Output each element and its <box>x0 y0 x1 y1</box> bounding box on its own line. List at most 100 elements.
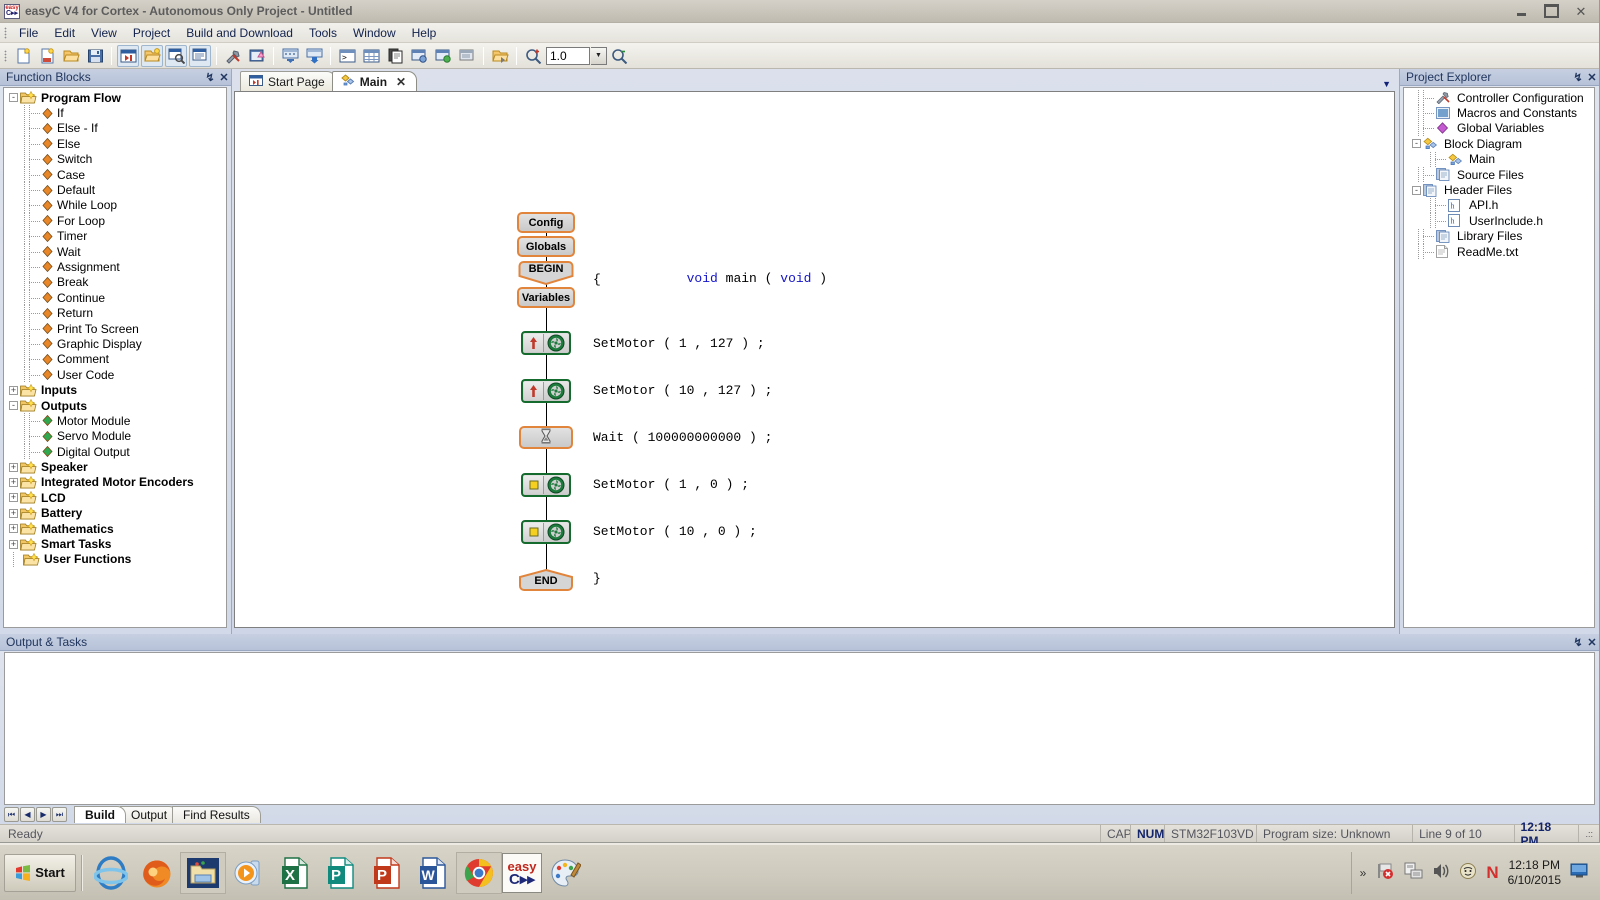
nav-last-button[interactable]: ⏭ <box>52 807 67 822</box>
download-icon[interactable] <box>279 45 301 67</box>
function-block-item-inputs[interactable]: + Inputs <box>4 382 226 397</box>
function-block-item-digital-output[interactable]: Digital Output <box>4 443 226 460</box>
network-error-icon[interactable] <box>1375 862 1395 883</box>
function-block-item-while-loop[interactable]: While Loop <box>4 197 226 214</box>
output-content[interactable] <box>4 652 1595 805</box>
new-project-icon[interactable] <box>36 45 58 67</box>
function-block-item-break[interactable]: Break <box>4 274 226 291</box>
tree-expander[interactable]: - <box>1412 185 1421 195</box>
debug-icon[interactable] <box>432 45 454 67</box>
tab-start-page[interactable]: Start Page <box>240 71 336 91</box>
pin-icon[interactable]: ↯ <box>1571 71 1585 84</box>
open-project-icon[interactable] <box>141 44 163 67</box>
new-file-icon[interactable] <box>12 45 34 67</box>
zoom-out-icon[interactable] <box>608 45 630 67</box>
compile-icon[interactable] <box>246 45 268 67</box>
close-icon[interactable]: ✕ <box>217 71 231 84</box>
online-window-icon[interactable] <box>456 45 478 67</box>
menu-file[interactable]: File <box>11 24 46 42</box>
maximize-button[interactable] <box>1537 2 1565 20</box>
tree-expander[interactable]: - <box>9 401 18 410</box>
menu-view[interactable]: View <box>83 24 125 42</box>
taskbar-internet-explorer[interactable] <box>88 852 134 894</box>
close-icon[interactable]: ✕ <box>1585 636 1599 649</box>
function-block-item-for-loop[interactable]: For Loop <box>4 213 226 229</box>
menu-help[interactable]: Help <box>404 24 445 42</box>
project-item-api-h[interactable]: h API.h <box>1404 197 1594 214</box>
menu-build-and-download[interactable]: Build and Download <box>178 24 301 42</box>
nav-next-button[interactable]: ▶ <box>36 807 51 822</box>
tree-expander[interactable]: + <box>9 462 18 472</box>
tree-expander[interactable]: + <box>9 508 18 518</box>
taskbar-easyc[interactable]: easy C▸▸ <box>502 852 542 893</box>
function-block-item-speaker[interactable]: + Speaker <box>4 459 226 474</box>
print-icon[interactable] <box>189 44 211 67</box>
tree-expander[interactable]: - <box>1412 139 1421 149</box>
function-blocks-tree[interactable]: - Program Flow If Else - If Else Switch Case De… <box>3 87 227 628</box>
volume-icon[interactable] <box>1432 862 1450 883</box>
taskbar-paint[interactable] <box>542 852 588 894</box>
function-block-item-user-code[interactable]: User Code <box>4 367 226 383</box>
chevron-down-icon[interactable]: ▼ <box>591 46 607 65</box>
begin-block[interactable]: BEGIN <box>517 260 575 286</box>
build-tools-icon[interactable] <box>222 45 244 67</box>
function-block-item-user-functions[interactable]: User Functions <box>4 551 226 568</box>
project-item-macros-and-constants[interactable]: Macros and Constants <box>1404 105 1594 122</box>
tray-expand-icon[interactable]: » <box>1360 866 1367 880</box>
zoom-level-input[interactable]: 1.0 <box>546 46 590 65</box>
nav-prev-button[interactable]: ◀ <box>20 807 35 822</box>
function-block-item-servo-module[interactable]: Servo Module <box>4 428 226 445</box>
function-block-item-else-if[interactable]: Else - If <box>4 120 226 137</box>
function-block-item-assignment[interactable]: Assignment <box>4 259 226 276</box>
function-block-item-comment[interactable]: Comment <box>4 351 226 368</box>
function-block-item-integrated-motor-encoders[interactable]: + Integrated Motor Encoders <box>4 475 226 490</box>
menu-edit[interactable]: Edit <box>46 24 83 42</box>
copy-icon[interactable] <box>384 45 406 67</box>
nav-first-button[interactable]: ⏮ <box>4 807 19 822</box>
setmotor-1-127-block[interactable] <box>521 331 571 355</box>
function-block-item-default[interactable]: Default <box>4 182 226 199</box>
function-block-item-outputs[interactable]: - Outputs <box>4 398 226 413</box>
function-block-item-print-to-screen[interactable]: Print To Screen <box>4 320 226 337</box>
function-block-item-switch[interactable]: Switch <box>4 151 226 168</box>
function-block-item-else[interactable]: Else <box>4 136 226 152</box>
variables-block[interactable]: Variables <box>517 287 575 308</box>
tree-expander[interactable]: - <box>9 93 18 103</box>
tab-build[interactable]: Build <box>74 806 126 823</box>
norton-icon[interactable]: N <box>1486 863 1498 883</box>
toolbar-grip[interactable] <box>2 48 9 64</box>
preview-icon[interactable] <box>165 44 187 67</box>
project-item-block-diagram[interactable]: - Block Diagram <box>1404 136 1594 151</box>
close-icon[interactable]: ✕ <box>396 75 406 89</box>
download-program-icon[interactable] <box>303 45 325 67</box>
function-block-item-smart-tasks[interactable]: + Smart Tasks <box>4 536 226 551</box>
tree-expander[interactable]: + <box>9 477 18 487</box>
project-item-library-files[interactable]: Library Files <box>1404 228 1594 245</box>
tree-expander[interactable]: + <box>9 539 18 549</box>
open-folder-icon[interactable] <box>489 45 511 67</box>
save-icon[interactable] <box>84 45 106 67</box>
block-diagram-canvas[interactable]: Config Globals BEGIN Variables END void … <box>234 91 1395 628</box>
tab-find-results[interactable]: Find Results <box>172 806 261 823</box>
zoom-in-icon[interactable] <box>522 45 544 67</box>
options-icon[interactable] <box>408 45 430 67</box>
taskbar-chrome[interactable] <box>456 851 502 894</box>
removable-media-icon[interactable] <box>1404 862 1423 883</box>
tree-expander[interactable]: + <box>9 385 18 395</box>
project-item-userinclude-h[interactable]: h UserInclude.h <box>1404 213 1594 229</box>
taskbar-excel[interactable]: X <box>272 852 318 894</box>
end-block[interactable]: END <box>517 568 575 592</box>
function-block-item-wait[interactable]: Wait <box>4 243 226 260</box>
tree-expander[interactable]: + <box>9 524 18 534</box>
taskbar-firefox[interactable] <box>134 852 180 894</box>
menu-window[interactable]: Window <box>345 24 404 42</box>
taskbar-word[interactable]: W <box>410 852 456 894</box>
minimize-button[interactable] <box>1507 2 1535 20</box>
project-item-main[interactable]: Main <box>1404 151 1594 168</box>
close-button[interactable]: ✕ <box>1567 2 1595 20</box>
project-item-readme-txt[interactable]: ReadMe.txt <box>1404 243 1594 260</box>
project-explorer-tree[interactable]: Controller Configuration Macros and Const… <box>1403 87 1595 628</box>
function-block-item-graphic-display[interactable]: Graphic Display <box>4 336 226 353</box>
show-desktop-icon[interactable] <box>1570 863 1590 882</box>
function-block-item-timer[interactable]: Timer <box>4 228 226 245</box>
